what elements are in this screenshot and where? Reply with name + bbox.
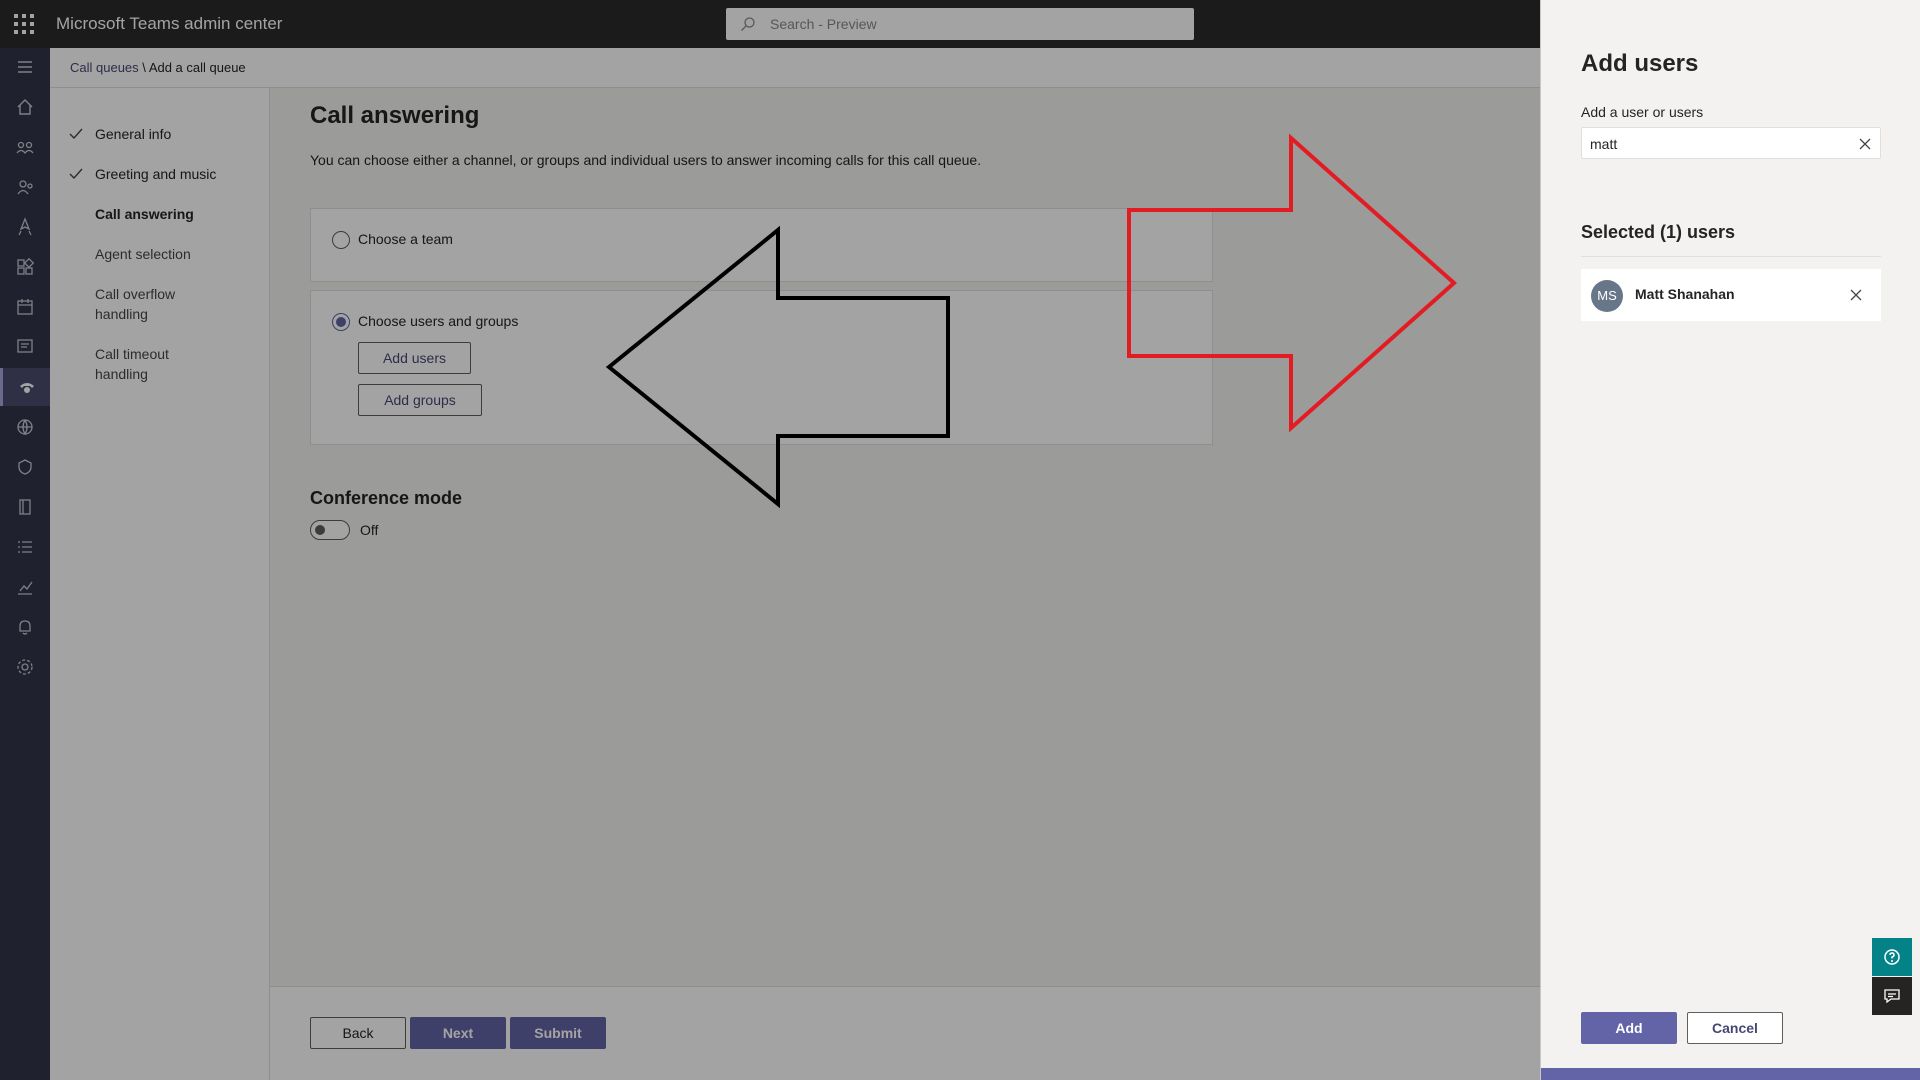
search-input[interactable]: [770, 14, 1170, 34]
panel-title: Add users: [1581, 50, 1699, 77]
notifications-icon[interactable]: [0, 608, 50, 646]
app-launcher-icon[interactable]: [14, 14, 34, 34]
left-nav-rail: [0, 48, 50, 1080]
choose-team-radio[interactable]: [332, 231, 350, 249]
cancel-button[interactable]: Cancel: [1687, 1012, 1783, 1044]
search-icon: [741, 17, 755, 31]
feedback-button[interactable]: [1872, 977, 1912, 1015]
step-call-timeout-handling[interactable]: Call timeout handling: [95, 344, 205, 384]
back-button[interactable]: Back: [310, 1017, 406, 1049]
selected-user-name: Matt Shanahan: [1635, 286, 1735, 302]
locations-icon[interactable]: [0, 408, 50, 446]
step-label: Call timeout handling: [95, 346, 169, 382]
panel-bottom-accent: [1541, 1068, 1920, 1080]
add-users-button[interactable]: Add users: [358, 342, 471, 374]
settings-icon[interactable]: [0, 648, 50, 686]
breadcrumb-call-queues[interactable]: Call queues: [70, 60, 139, 75]
analytics-icon[interactable]: [0, 528, 50, 566]
step-label: Greeting and music: [95, 166, 217, 182]
users-icon[interactable]: [0, 168, 50, 206]
teams-icon[interactable]: [0, 128, 50, 166]
help-button[interactable]: [1872, 938, 1912, 976]
choose-users-groups-radio[interactable]: [332, 313, 350, 331]
conference-mode-title: Conference mode: [310, 488, 463, 508]
breadcrumb: Call queues \ Add a call queue: [50, 48, 1540, 88]
menu-icon[interactable]: [0, 48, 50, 86]
step-greeting-and-music[interactable]: Greeting and music: [69, 164, 245, 184]
step-label: Call answering: [95, 206, 194, 222]
step-call-overflow-handling[interactable]: Call overflow handling: [95, 284, 205, 324]
avatar: MS: [1591, 280, 1623, 312]
add-button[interactable]: Add: [1581, 1012, 1677, 1044]
user-search-input[interactable]: [1590, 134, 1840, 154]
step-label: Agent selection: [95, 246, 191, 262]
checkmark-icon: [69, 168, 83, 180]
main-content: Call answering You can choose either a c…: [270, 88, 1540, 986]
next-button[interactable]: Next: [410, 1017, 506, 1049]
step-label: General info: [95, 126, 172, 142]
meetings-icon[interactable]: [0, 288, 50, 326]
messaging-icon[interactable]: [0, 328, 50, 366]
choose-users-groups-label: Choose users and groups: [358, 313, 519, 329]
divider: [1581, 256, 1881, 257]
search-box[interactable]: [726, 8, 1194, 40]
reports-icon[interactable]: [0, 568, 50, 606]
wizard-footer: Back Next Submit: [270, 986, 1540, 1080]
wizard-steps: General info Greeting and music Call ans…: [50, 88, 270, 1080]
checkmark-icon: [69, 128, 83, 140]
conference-mode-state: Off: [360, 522, 379, 538]
option-users-groups-card: Choose users and groups Add users Add gr…: [310, 290, 1213, 445]
step-call-answering[interactable]: Call answering: [95, 204, 245, 224]
deployment-icon[interactable]: [0, 208, 50, 246]
voice-icon[interactable]: [0, 368, 50, 406]
home-icon[interactable]: [0, 88, 50, 126]
apps-icon[interactable]: [0, 248, 50, 286]
submit-button[interactable]: Submit: [510, 1017, 606, 1049]
remove-user-icon[interactable]: [1849, 288, 1863, 302]
step-label: Call overflow handling: [95, 286, 176, 322]
add-groups-button[interactable]: Add groups: [358, 384, 482, 416]
option-team-card: Choose a team: [310, 208, 1213, 282]
add-user-field-label: Add a user or users: [1581, 104, 1704, 120]
step-agent-selection[interactable]: Agent selection: [95, 244, 245, 264]
policy-icon[interactable]: [0, 448, 50, 486]
choose-team-label: Choose a team: [358, 231, 453, 247]
conference-mode-toggle[interactable]: [310, 520, 350, 540]
planning-icon[interactable]: [0, 488, 50, 526]
selected-user-row: MS Matt Shanahan: [1581, 269, 1881, 321]
app-title: Microsoft Teams admin center: [56, 14, 283, 33]
feedback-icon: [1884, 989, 1900, 1004]
breadcrumb-separator: \: [142, 60, 146, 75]
selected-users-title: Selected (1) users: [1581, 222, 1736, 242]
add-users-panel: Add users Add a user or users Selected (…: [1540, 0, 1920, 1080]
clear-icon[interactable]: [1858, 137, 1872, 151]
page-title: Call answering: [310, 102, 480, 129]
page-description: You can choose either a channel, or grou…: [310, 152, 982, 168]
user-search-field[interactable]: [1581, 127, 1881, 159]
step-general-info[interactable]: General info: [69, 124, 245, 144]
help-icon: [1884, 949, 1900, 965]
breadcrumb-current: Add a call queue: [148, 60, 246, 75]
